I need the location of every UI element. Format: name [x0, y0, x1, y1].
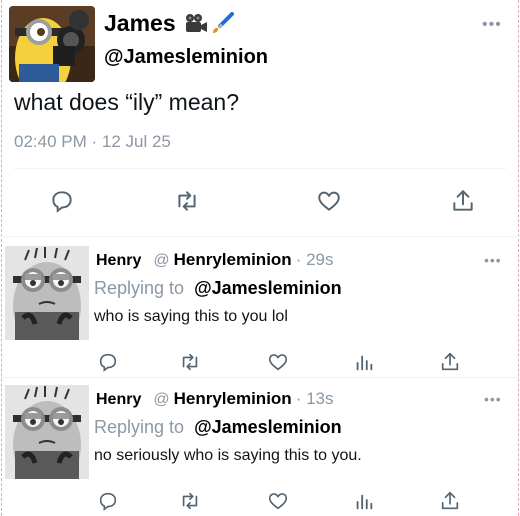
analytics-icon[interactable] [352, 350, 376, 374]
replying-to-row: Replying to @Jamesleminion [94, 278, 342, 299]
retweet-icon[interactable] [172, 186, 202, 216]
at-sign: @ [153, 391, 170, 408]
author-handle[interactable]: Henryleminion [174, 250, 292, 270]
reply-text: who is saying this to you lol [94, 308, 288, 325]
share-icon[interactable] [438, 350, 462, 374]
at-sign: @ [153, 252, 170, 269]
paintbrush-icon [210, 11, 234, 36]
author-name[interactable]: James [104, 10, 176, 37]
author-name[interactable]: Henry [96, 391, 141, 409]
divider [14, 168, 506, 169]
more-options-icon[interactable]: ••• [484, 252, 502, 268]
name-emojis [184, 11, 234, 36]
reply-icon[interactable] [47, 186, 77, 216]
reply-tweet: Henry @ Henryleminion · 29s ••• Replying… [0, 238, 520, 376]
retweet-icon[interactable] [178, 350, 202, 374]
reply-icon[interactable] [96, 350, 120, 374]
share-icon[interactable] [438, 489, 462, 513]
avatar[interactable] [5, 246, 89, 340]
retweet-icon[interactable] [178, 489, 202, 513]
tweet-actions [0, 186, 520, 216]
reply-timestamp[interactable]: · 13s [296, 389, 334, 409]
reply-actions [0, 350, 520, 374]
avatar[interactable] [9, 6, 95, 82]
replying-to-label: Replying to [94, 417, 185, 437]
reply-text: no seriously who is saying this to you. [94, 447, 362, 464]
reply-header: Henry @ Henryleminion · 29s [96, 250, 334, 270]
analytics-icon[interactable] [352, 489, 376, 513]
share-icon[interactable] [448, 186, 478, 216]
tweet-timestamp[interactable]: 02:40 PM · 12 Jul 25 [14, 132, 171, 152]
replying-to-row: Replying to @Jamesleminion [94, 417, 342, 438]
reply-icon[interactable] [96, 489, 120, 513]
author-name-row: James [104, 10, 234, 37]
like-icon[interactable] [266, 350, 290, 374]
like-icon[interactable] [314, 186, 344, 216]
reply-actions [0, 489, 520, 513]
avatar[interactable] [5, 385, 89, 479]
author-handle[interactable]: @Jamesleminion [104, 46, 268, 69]
tweet-text: what does “ily” mean? [14, 89, 239, 115]
author-handle[interactable]: Henryleminion [174, 389, 292, 409]
replying-to-label: Replying to [94, 278, 185, 298]
separator [0, 236, 520, 237]
like-icon[interactable] [266, 489, 290, 513]
more-options-icon[interactable]: ••• [484, 391, 502, 407]
main-tweet: James @Jamesleminion ••• what does “ily”… [0, 0, 520, 236]
reply-timestamp[interactable]: · 29s [296, 250, 334, 270]
replying-to-handle[interactable]: @Jamesleminion [194, 278, 342, 299]
author-name[interactable]: Henry [96, 252, 141, 270]
reply-header: Henry @ Henryleminion · 13s [96, 389, 334, 409]
movie-camera-icon [184, 13, 208, 35]
more-options-icon[interactable]: ••• [482, 16, 502, 34]
replying-to-handle[interactable]: @Jamesleminion [194, 417, 342, 438]
reply-tweet: Henry @ Henryleminion · 13s ••• Replying… [0, 377, 520, 515]
